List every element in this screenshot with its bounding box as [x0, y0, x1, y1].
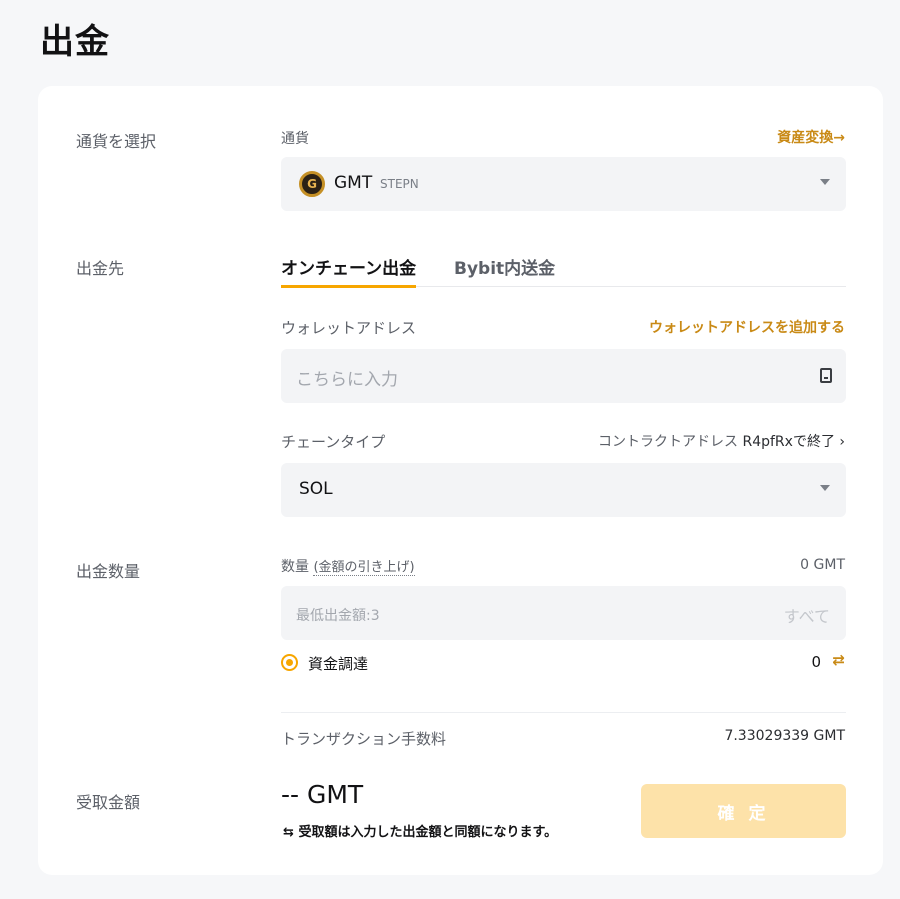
available-balance: 0 GMT	[800, 557, 845, 573]
fee-value: 7.33029339 GMT	[724, 728, 845, 744]
currency-section-label: 通貨を選択	[76, 132, 157, 151]
chain-type-label: チェーンタイプ	[281, 433, 386, 451]
page-title: 出金	[40, 22, 110, 62]
receive-note: ⇆ 受取額は入力した出金額と同額になります。	[283, 821, 557, 840]
withdraw-card: 通貨を選択 通貨 資産変換→ G GMT STEPN 出金先 オンチェーン出金 …	[38, 86, 883, 875]
address-book-icon[interactable]	[820, 368, 832, 383]
receive-amount: -- GMT	[281, 780, 364, 809]
wallet-address-label: ウォレットアドレス	[281, 319, 417, 337]
raise-limit-link[interactable]: (金額の引き上げ)	[313, 560, 415, 576]
funding-label: 資金調達	[308, 655, 369, 673]
currency-field-label: 通貨	[281, 131, 309, 147]
fee-label: トランザクション手数料	[281, 730, 447, 748]
confirm-button[interactable]: 確 定	[641, 784, 846, 838]
receive-section-label: 受取金額	[76, 793, 141, 812]
divider	[281, 712, 846, 713]
gmt-coin-icon: G	[299, 171, 325, 197]
chevron-down-icon	[820, 179, 830, 185]
currency-select[interactable]: G GMT STEPN	[281, 157, 846, 211]
tab-onchain[interactable]: オンチェーン出金	[281, 254, 417, 288]
min-withdraw-placeholder: 最低出金額:3	[296, 608, 380, 624]
all-button[interactable]: すべて	[784, 603, 830, 627]
contract-address-link[interactable]: コントラクトアドレス R4pfRxで終了 ›	[598, 431, 845, 451]
chevron-down-icon	[820, 485, 830, 491]
funding-radio[interactable]	[281, 654, 298, 671]
coin-name: STEPN	[380, 177, 419, 191]
receive-note-text: 受取額は入力した出金額と同額になります。	[298, 825, 558, 840]
asset-convert-link[interactable]: 資産変換→	[777, 127, 845, 147]
swap-icon: ⇆	[283, 825, 294, 840]
wallet-address-placeholder: こちらに入力	[296, 370, 398, 390]
amount-input[interactable]: 最低出金額:3 すべて	[281, 586, 846, 640]
amount-label-text: 数量	[281, 559, 309, 575]
tab-internal-transfer[interactable]: Bybit内送金	[454, 254, 555, 287]
chain-type-value: SOL	[299, 479, 333, 499]
contract-address-text: コントラクトアドレス	[598, 434, 739, 450]
contract-address-suffix: R4pfRxで終了 ›	[742, 434, 845, 450]
wallet-address-input[interactable]: こちらに入力	[281, 349, 846, 403]
funding-value: 0	[811, 653, 821, 671]
add-wallet-address-link[interactable]: ウォレットアドレスを追加する	[649, 317, 845, 337]
transfer-icon[interactable]: ⇄	[832, 651, 845, 669]
amount-field-label: 数量 (金額の引き上げ)	[281, 556, 415, 576]
destination-section-label: 出金先	[76, 259, 125, 278]
amount-section-label: 出金数量	[76, 562, 141, 581]
chain-type-select[interactable]: SOL	[281, 463, 846, 517]
destination-tabs: オンチェーン出金 Bybit内送金	[281, 254, 846, 288]
coin-symbol: GMT	[334, 173, 373, 193]
